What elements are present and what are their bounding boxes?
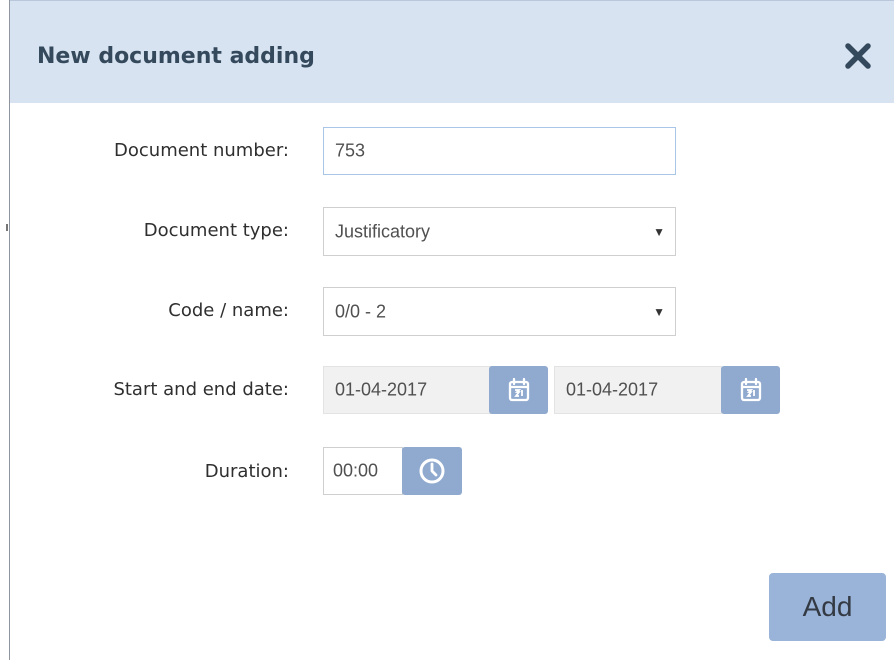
end-date-value: 01-04-2017 — [566, 379, 659, 400]
clock-icon — [419, 458, 445, 484]
duration-value: 00:00 — [333, 460, 379, 481]
document-number-value: 753 — [335, 140, 366, 161]
duration-clock-button[interactable] — [402, 447, 462, 495]
calendar-icon — [740, 377, 761, 402]
start-date-input[interactable]: 01-04-2017 — [323, 366, 491, 414]
dialog-title: New document adding — [37, 44, 315, 69]
duration-label: Duration: — [204, 461, 289, 482]
document-type-select[interactable]: Justificatory ▼ — [323, 207, 676, 256]
start-date-value: 01-04-2017 — [335, 379, 428, 400]
document-type-label: Document type: — [143, 220, 289, 241]
start-date-calendar-button[interactable] — [489, 366, 548, 414]
add-button[interactable]: Add — [769, 573, 886, 641]
end-date-calendar-button[interactable] — [721, 366, 780, 414]
code-name-select[interactable]: 0/0 - 2 ▼ — [323, 287, 676, 336]
chevron-down-icon: ▼ — [653, 304, 665, 319]
chevron-down-icon: ▼ — [653, 224, 665, 239]
document-type-selected: Justificatory — [335, 221, 431, 241]
new-document-dialog: New document adding Document number: 753… — [9, 0, 894, 660]
close-icon — [845, 43, 871, 69]
start-end-date-label: Start and end date: — [113, 379, 289, 400]
left-page-mark — [6, 224, 8, 231]
duration-input[interactable]: 00:00 — [323, 447, 403, 495]
document-number-input[interactable]: 753 — [323, 127, 676, 175]
left-page-edge — [0, 0, 9, 660]
dialog-header: New document adding — [10, 0, 894, 103]
document-number-label: Document number: — [114, 140, 289, 161]
close-button[interactable] — [839, 39, 877, 73]
end-date-input[interactable]: 01-04-2017 — [554, 366, 722, 414]
code-name-selected: 0/0 - 2 — [335, 301, 387, 321]
code-name-label: Code / name: — [168, 300, 289, 321]
calendar-icon — [508, 377, 529, 402]
